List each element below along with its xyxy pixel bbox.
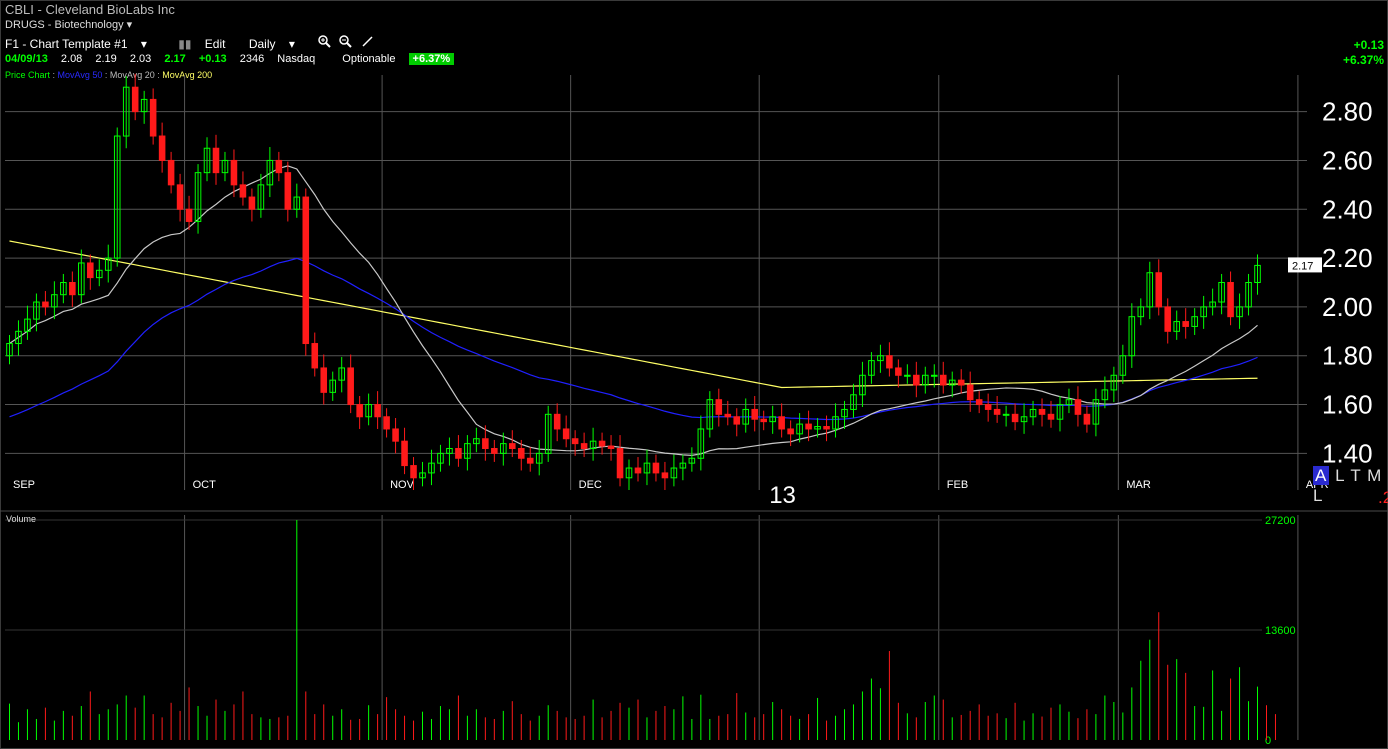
- edit-label: Edit: [204, 37, 226, 51]
- zoom-in-icon[interactable]: [318, 35, 334, 51]
- legend-ma20[interactable]: MovAvg 20: [110, 70, 155, 80]
- edit-button[interactable]: ▮▮ Edit: [178, 37, 235, 51]
- template-label: F1 - Chart Template #1: [5, 37, 128, 51]
- quote-volume: 2346: [239, 53, 265, 65]
- legend-ma200[interactable]: MovAvg 200: [162, 70, 212, 80]
- quote-high: 2.19: [95, 53, 117, 65]
- industry-dropdown[interactable]: DRUGS - Biotechnology ▾: [5, 18, 132, 31]
- optionable-label: Optionable: [342, 53, 396, 65]
- quote-low: 2.03: [129, 53, 152, 65]
- draw-pencil-icon[interactable]: [361, 36, 374, 51]
- chart-window-frame: [0, 0, 1388, 749]
- window-title: CBLI - Cleveland BioLabs Inc: [5, 2, 175, 17]
- zoom-out-icon[interactable]: [338, 35, 355, 51]
- scale-extra-value: .2: [1378, 488, 1388, 507]
- chevron-down-icon: ▾: [126, 19, 133, 31]
- chevron-down-icon: ▾: [140, 37, 147, 51]
- quote-date: 04/09/13: [5, 53, 48, 65]
- bar-chart-icon: ▮▮: [178, 37, 192, 51]
- period-label: Daily: [248, 37, 276, 51]
- period-dropdown[interactable]: Daily ▾: [249, 37, 305, 51]
- chart-toolbar: F1 - Chart Template #1 ▾ ▮▮ Edit Daily ▾: [5, 35, 384, 51]
- volume-pane-title: Volume: [6, 514, 37, 524]
- studies-legend: Price Chart : MovAvg 50 : MovAvg 20 : Mo…: [5, 70, 213, 80]
- chevron-down-icon: ▾: [288, 37, 295, 51]
- quote-bar: 04/09/13 2.08 2.19 2.03 2.17 +0.13 2346 …: [5, 53, 464, 65]
- industry-label: DRUGS - Biotechnology: [5, 19, 124, 31]
- pct-change-badge: +6.37%: [408, 53, 455, 65]
- right-pct-change: +6.37%: [1342, 53, 1384, 67]
- legend-ma50[interactable]: MovAvg 50: [58, 70, 103, 80]
- right-change: +0.13: [1353, 38, 1384, 52]
- template-dropdown[interactable]: F1 - Chart Template #1 ▾: [5, 37, 157, 51]
- quote-open: 2.08: [60, 53, 83, 65]
- quote-change: +0.13: [198, 53, 227, 65]
- legend-price-chart[interactable]: Price Chart: [5, 70, 50, 80]
- quote-close: 2.17: [164, 53, 186, 65]
- time-scale-selector[interactable]: A L T M L: [1313, 466, 1388, 506]
- quote-exchange: Nasdaq: [277, 53, 316, 65]
- scale-option-a[interactable]: A: [1313, 466, 1330, 485]
